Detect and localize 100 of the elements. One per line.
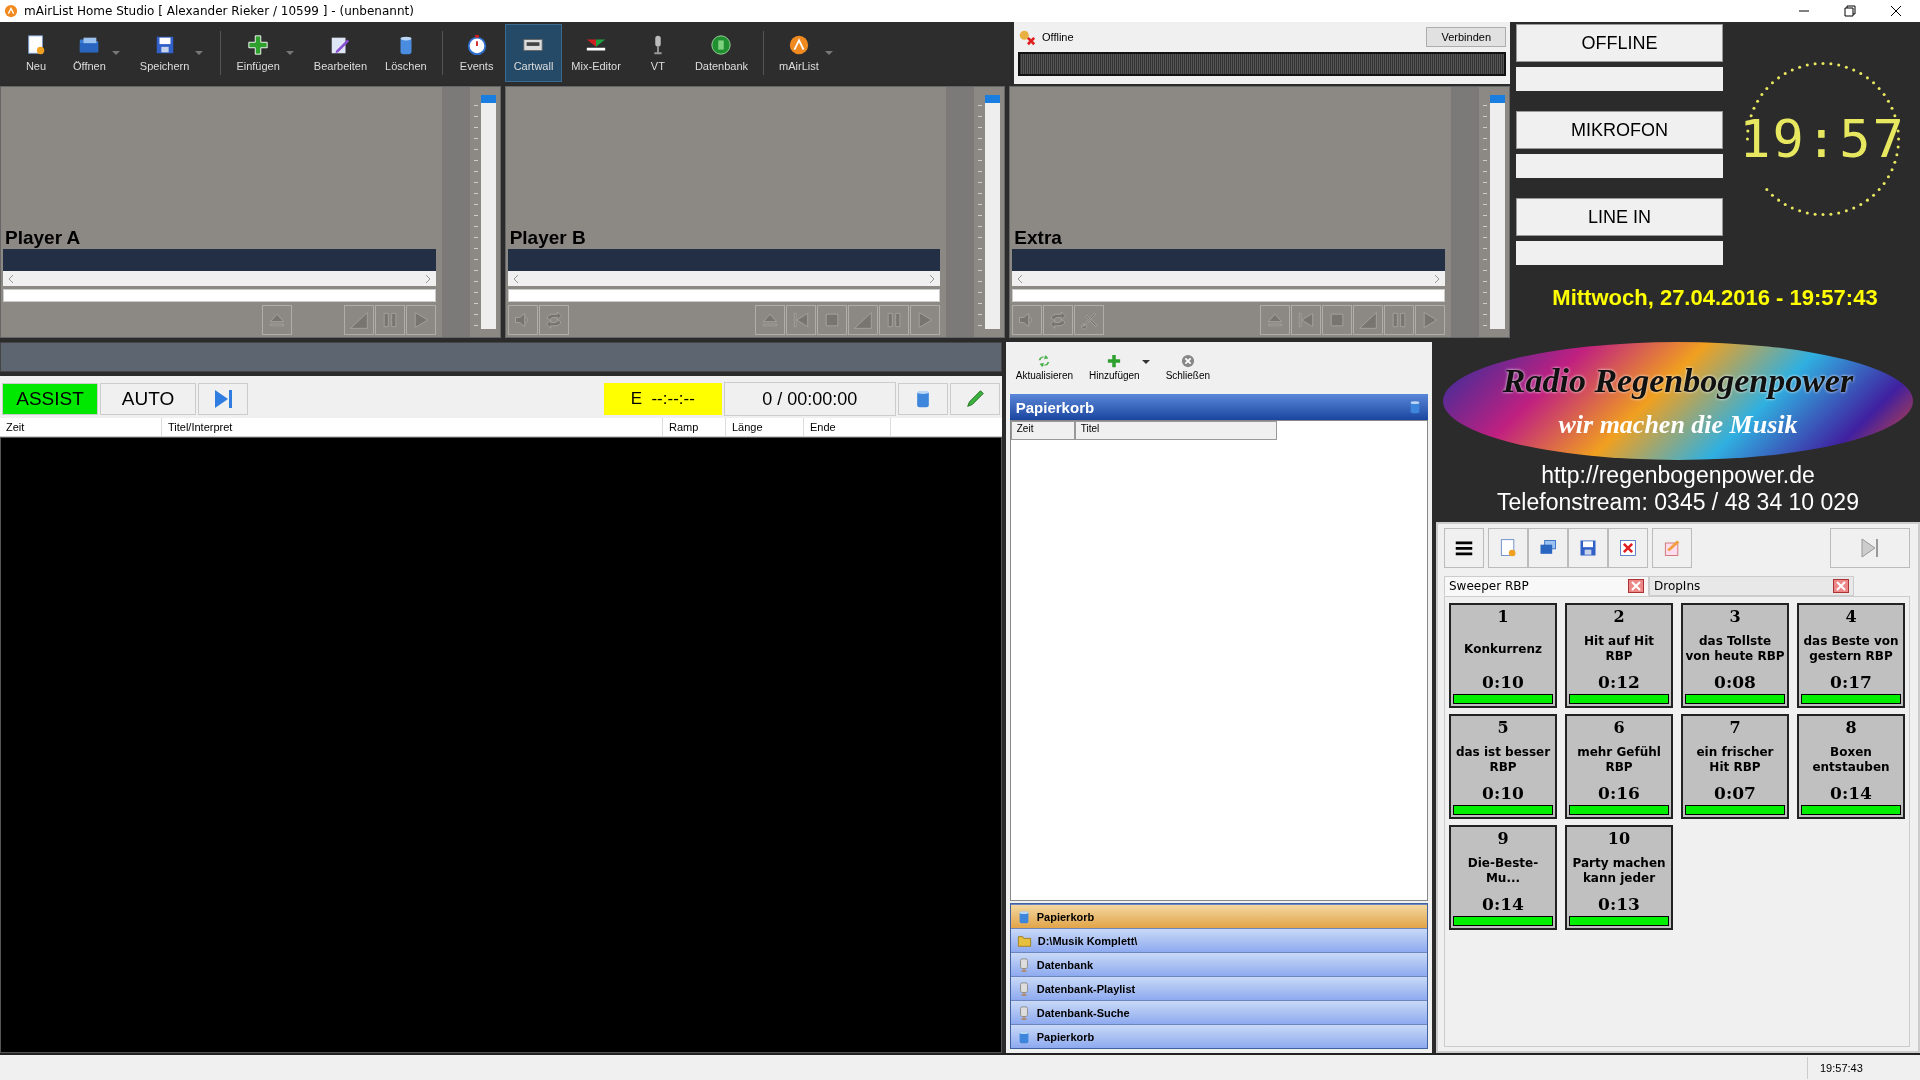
menu-button[interactable] [1444, 528, 1484, 568]
cart-button[interactable]: 2 Hit auf Hit RBP 0:12 [1565, 603, 1673, 708]
tab[interactable]: DropIns [1649, 576, 1854, 596]
fade-button[interactable] [343, 305, 374, 335]
tab-label: Sweeper RBP [1449, 579, 1529, 593]
chevron-left-icon[interactable] [8, 274, 14, 283]
skip-back-button[interactable] [1291, 305, 1321, 335]
toolbar-button[interactable]: mAirList [770, 24, 844, 82]
mode-button[interactable]: AUTO [100, 383, 196, 415]
eject-button[interactable] [261, 305, 292, 335]
toolbar-button[interactable]: Speichern [130, 24, 215, 82]
cart-title: Boxen entstauben [1811, 744, 1891, 776]
source-item[interactable]: Datenbank-Suche [1010, 1000, 1427, 1024]
toolbar-button[interactable]: Neu [8, 24, 64, 82]
toolbar-button[interactable]: Aktualisieren [1009, 351, 1080, 383]
tab[interactable]: Sweeper RBP [1444, 576, 1649, 596]
close-icon[interactable] [1890, 5, 1902, 17]
scrollbar[interactable] [3, 271, 436, 286]
skip-button[interactable] [198, 383, 248, 415]
fade-button[interactable] [848, 305, 879, 335]
scrollbar[interactable] [1012, 271, 1445, 286]
source-item[interactable]: D:\Musik Komplett\ [1010, 928, 1427, 952]
slider-thumb[interactable] [1490, 95, 1505, 103]
toolbar-button[interactable]: Datenbank [685, 24, 758, 82]
toolbar-button[interactable]: Einfügen [227, 24, 305, 82]
column-header[interactable]: Ramp [663, 418, 726, 436]
scissors-icon [1079, 310, 1100, 330]
play-button[interactable] [1415, 305, 1445, 335]
toolbar-button[interactable]: VT [629, 24, 686, 82]
column-header[interactable]: Titel/Interpret [162, 418, 663, 436]
cart-button[interactable]: 3 das Tollste von heute RBP 0:08 [1681, 603, 1789, 708]
toolbar-button[interactable]: Cartwall [504, 24, 563, 82]
toolbar-button[interactable]: Hinzufügen [1083, 351, 1156, 383]
toolbar-button[interactable]: Schließen [1159, 351, 1217, 383]
pause-button[interactable] [879, 305, 910, 335]
slider-thumb[interactable] [985, 95, 1001, 103]
restore-icon[interactable] [1844, 5, 1856, 17]
pause-button[interactable] [1384, 305, 1414, 335]
cart-button[interactable]: 6 mehr Gefühl RBP 0:16 [1565, 714, 1673, 819]
trash-button[interactable] [897, 383, 948, 415]
chevron-left-icon[interactable] [1017, 274, 1024, 283]
skip-button[interactable] [1830, 528, 1910, 568]
column-header[interactable]: Ende [804, 418, 891, 436]
stop-button[interactable] [1322, 305, 1352, 335]
cart-button[interactable]: 7 ein frischer Hit RBP 0:07 [1681, 714, 1789, 819]
studio-button[interactable]: LINE IN [1516, 198, 1723, 236]
cart-button[interactable]: 1 Konkurrenz 0:10 [1449, 603, 1557, 708]
chevron-left-icon[interactable] [512, 274, 519, 283]
cart-button[interactable]: 5 das ist besser RBP 0:10 [1449, 714, 1557, 819]
source-item[interactable]: Papierkorb [1010, 904, 1427, 928]
stop-button[interactable] [817, 305, 848, 335]
source-item[interactable]: Datenbank [1010, 952, 1427, 976]
skip-back-button[interactable] [786, 305, 817, 335]
scrollbar[interactable] [507, 271, 941, 286]
studio-button[interactable]: MIKROFON [1516, 111, 1723, 149]
loop-arrows-button[interactable] [1043, 305, 1074, 335]
cart-title: mehr Gefühl RBP [1576, 744, 1662, 776]
toolbar-button[interactable]: Löschen [376, 24, 436, 82]
pause-button[interactable] [374, 305, 405, 335]
play-button[interactable] [405, 305, 436, 335]
eject-button[interactable] [755, 305, 786, 335]
column-header[interactable]: Zeit [0, 418, 162, 436]
close-icon[interactable] [1833, 579, 1849, 593]
cart-button[interactable]: 8 Boxen entstauben 0:14 [1797, 714, 1905, 819]
toolbar-button[interactable]: Bearbeiten [304, 24, 377, 82]
cart-button[interactable]: 9 Die-Beste-Mu... 0:14 [1449, 825, 1557, 930]
connect-button[interactable]: Verbinden [1426, 27, 1506, 47]
toolbar-button[interactable]: Öffnen [64, 24, 131, 82]
cart-duration: 0:10 [1482, 672, 1524, 692]
column-header[interactable]: Länge [726, 418, 804, 436]
source-item[interactable]: Datenbank-Playlist [1010, 976, 1427, 1000]
chevron-right-icon[interactable] [424, 274, 431, 283]
speaker-button[interactable] [1012, 305, 1043, 335]
chevron-right-icon[interactable] [1434, 274, 1440, 283]
play-button[interactable] [910, 305, 941, 335]
close-icon [1180, 353, 1195, 368]
column-header[interactable]: Titel [1074, 421, 1277, 440]
toolbar-button[interactable]: Mix-Editor [562, 24, 630, 82]
delete-button[interactable] [1608, 528, 1648, 568]
close-icon[interactable] [1628, 579, 1644, 593]
cart-duration: 0:07 [1714, 783, 1756, 803]
cart-button[interactable]: 4 das Beste von gestern RBP 0:17 [1797, 603, 1905, 708]
studio-button[interactable]: OFFLINE [1516, 24, 1723, 62]
mode-button[interactable]: ASSIST [2, 383, 98, 415]
fade-button[interactable] [1353, 305, 1383, 335]
edit-button[interactable] [1652, 528, 1692, 568]
loop-arrows-button[interactable] [538, 305, 569, 335]
folders-button[interactable] [1528, 528, 1568, 568]
chevron-right-icon[interactable] [929, 274, 936, 283]
toolbar-button[interactable]: Events [448, 24, 505, 82]
slider-thumb[interactable] [480, 95, 496, 103]
speaker-button[interactable] [507, 305, 538, 335]
edit-button[interactable] [949, 383, 1000, 415]
refresh-icon [1037, 353, 1052, 368]
source-item[interactable]: Papierkorb [1010, 1024, 1427, 1048]
column-header[interactable]: Zeit [1010, 421, 1075, 440]
eject-button[interactable] [1260, 305, 1290, 335]
cart-button[interactable]: 10 Party machen kann jeder 0:13 [1565, 825, 1673, 930]
floppy-disk-button[interactable] [1568, 528, 1608, 568]
scissors-button[interactable] [1074, 305, 1105, 335]
